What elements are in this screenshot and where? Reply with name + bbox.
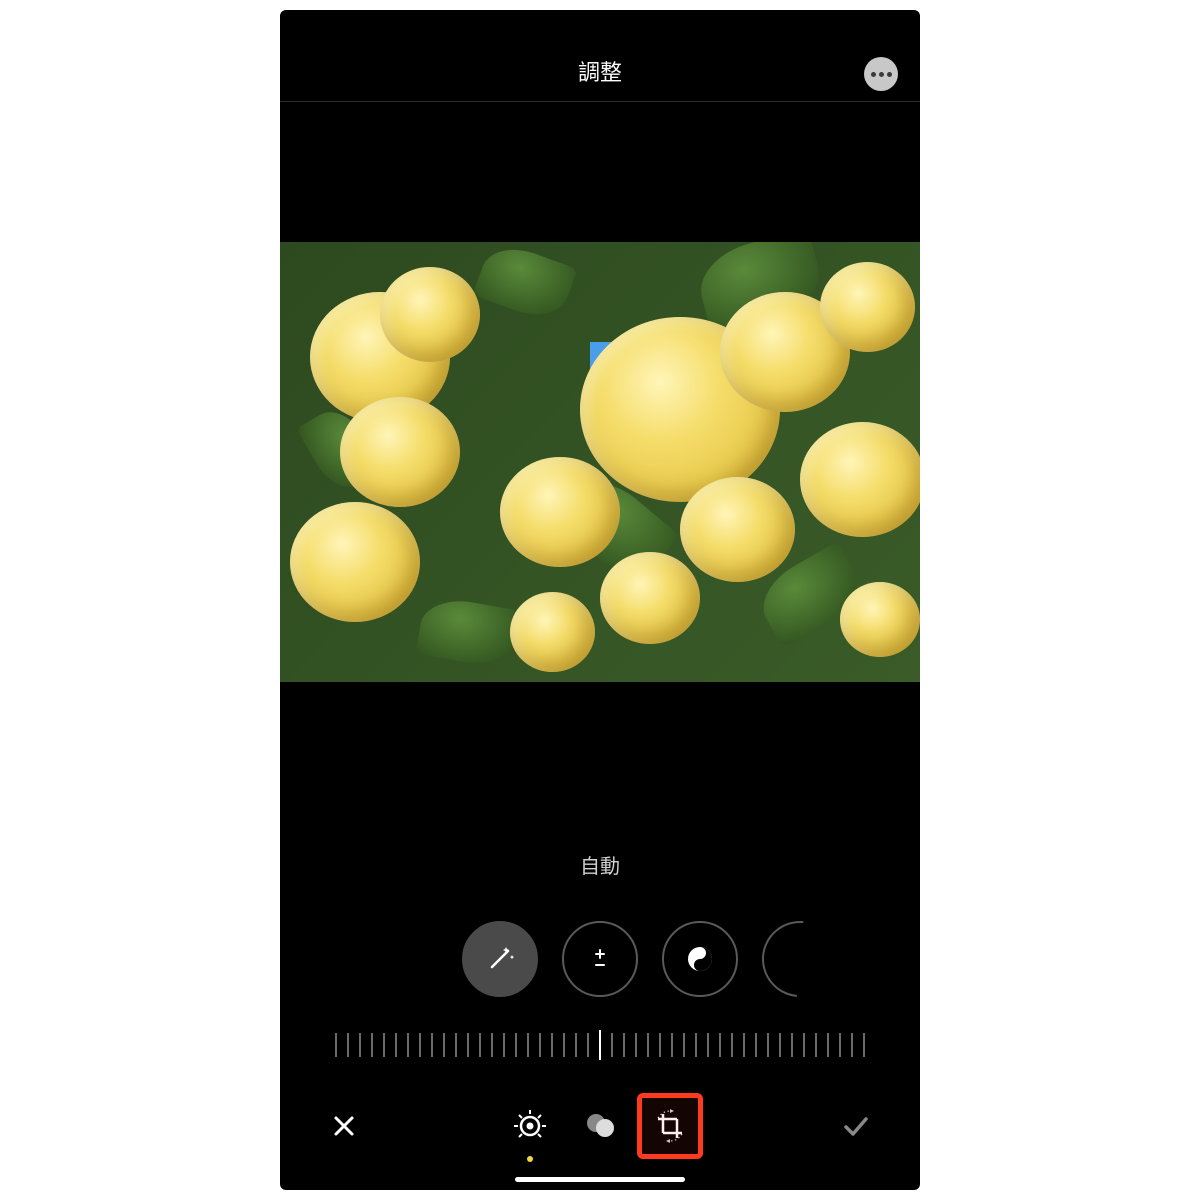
header-title: 調整 <box>578 55 622 87</box>
edit-mode-tabs <box>506 1102 694 1150</box>
close-icon <box>331 1113 357 1139</box>
more-horizontal-icon <box>871 72 876 77</box>
home-indicator[interactable] <box>515 1177 685 1182</box>
adjust-dial-icon <box>511 1107 549 1145</box>
adjust-tab[interactable] <box>506 1102 554 1150</box>
magic-wand-icon <box>482 941 518 977</box>
photo-preview <box>280 242 920 682</box>
cancel-button[interactable] <box>320 1102 368 1150</box>
brilliance-button[interactable] <box>662 921 738 997</box>
header: 調整 <box>280 10 920 102</box>
next-adjustment-button[interactable] <box>746 905 853 1012</box>
adjustment-tools-row[interactable] <box>280 921 920 997</box>
photo-edit-screen: 調整 <box>280 10 920 1190</box>
adjustment-slider[interactable] <box>280 1027 920 1063</box>
bottom-toolbar <box>280 1086 920 1166</box>
filters-circles-icon <box>582 1108 618 1144</box>
filters-tab[interactable] <box>576 1102 624 1150</box>
auto-enhance-button[interactable] <box>462 921 538 997</box>
adjustment-name-label: 自動 <box>280 850 920 879</box>
checkmark-icon <box>841 1111 871 1141</box>
active-tab-indicator <box>527 1156 533 1162</box>
yin-yang-icon <box>683 942 717 976</box>
slider-center-tick <box>599 1030 601 1060</box>
done-button[interactable] <box>832 1102 880 1150</box>
exposure-button[interactable] <box>562 921 638 997</box>
photo-canvas[interactable] <box>280 102 920 822</box>
exposure-plus-minus-icon <box>585 944 615 974</box>
crop-rotate-icon <box>650 1106 690 1146</box>
more-options-button[interactable] <box>864 57 898 91</box>
crop-tab[interactable] <box>646 1102 694 1150</box>
